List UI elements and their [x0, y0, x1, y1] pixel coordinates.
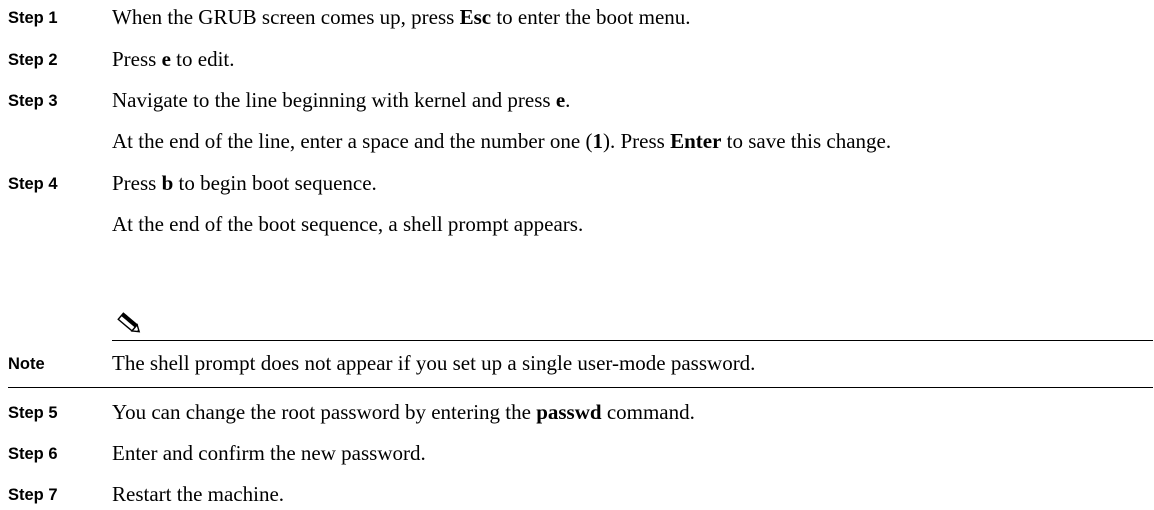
step-text: Press e to edit. — [112, 47, 235, 71]
step-text: You can change the root password by ente… — [112, 400, 695, 424]
bold-term: Esc — [459, 5, 492, 29]
bold-term: e — [161, 47, 171, 71]
step-label: Step 6 — [8, 445, 58, 463]
note-bottom-rule — [8, 387, 1153, 388]
step-text: Navigate to the line beginning with kern… — [112, 88, 571, 112]
step-followup-text: At the end of the line, enter a space an… — [112, 129, 892, 153]
step-label: Step 1 — [8, 9, 58, 27]
bold-term: e — [555, 88, 566, 112]
step-text: Enter and confirm the new password. — [112, 441, 426, 465]
note-label: Note — [8, 355, 45, 373]
step-text: Press b to begin boot sequence. — [112, 171, 377, 195]
step-label: Step 4 — [8, 175, 58, 193]
pencil-icon — [117, 312, 141, 333]
bold-term: 1 — [592, 129, 603, 153]
step-text: Restart the machine. — [112, 482, 285, 506]
step-label: Step 5 — [8, 404, 58, 422]
note-top-rule — [112, 340, 1153, 341]
step-text: When the GRUB screen comes up, press Esc… — [112, 5, 691, 29]
bold-term: passwd — [536, 400, 602, 424]
bold-term: b — [161, 171, 174, 195]
step-label: Step 3 — [8, 92, 58, 110]
step-label: Step 2 — [8, 51, 58, 69]
step-label: Step 7 — [8, 486, 58, 504]
bold-term: Enter — [670, 129, 722, 153]
step-followup-text: At the end of the boot sequence, a shell… — [112, 212, 584, 236]
note-text: The shell prompt does not appear if you … — [112, 351, 756, 375]
